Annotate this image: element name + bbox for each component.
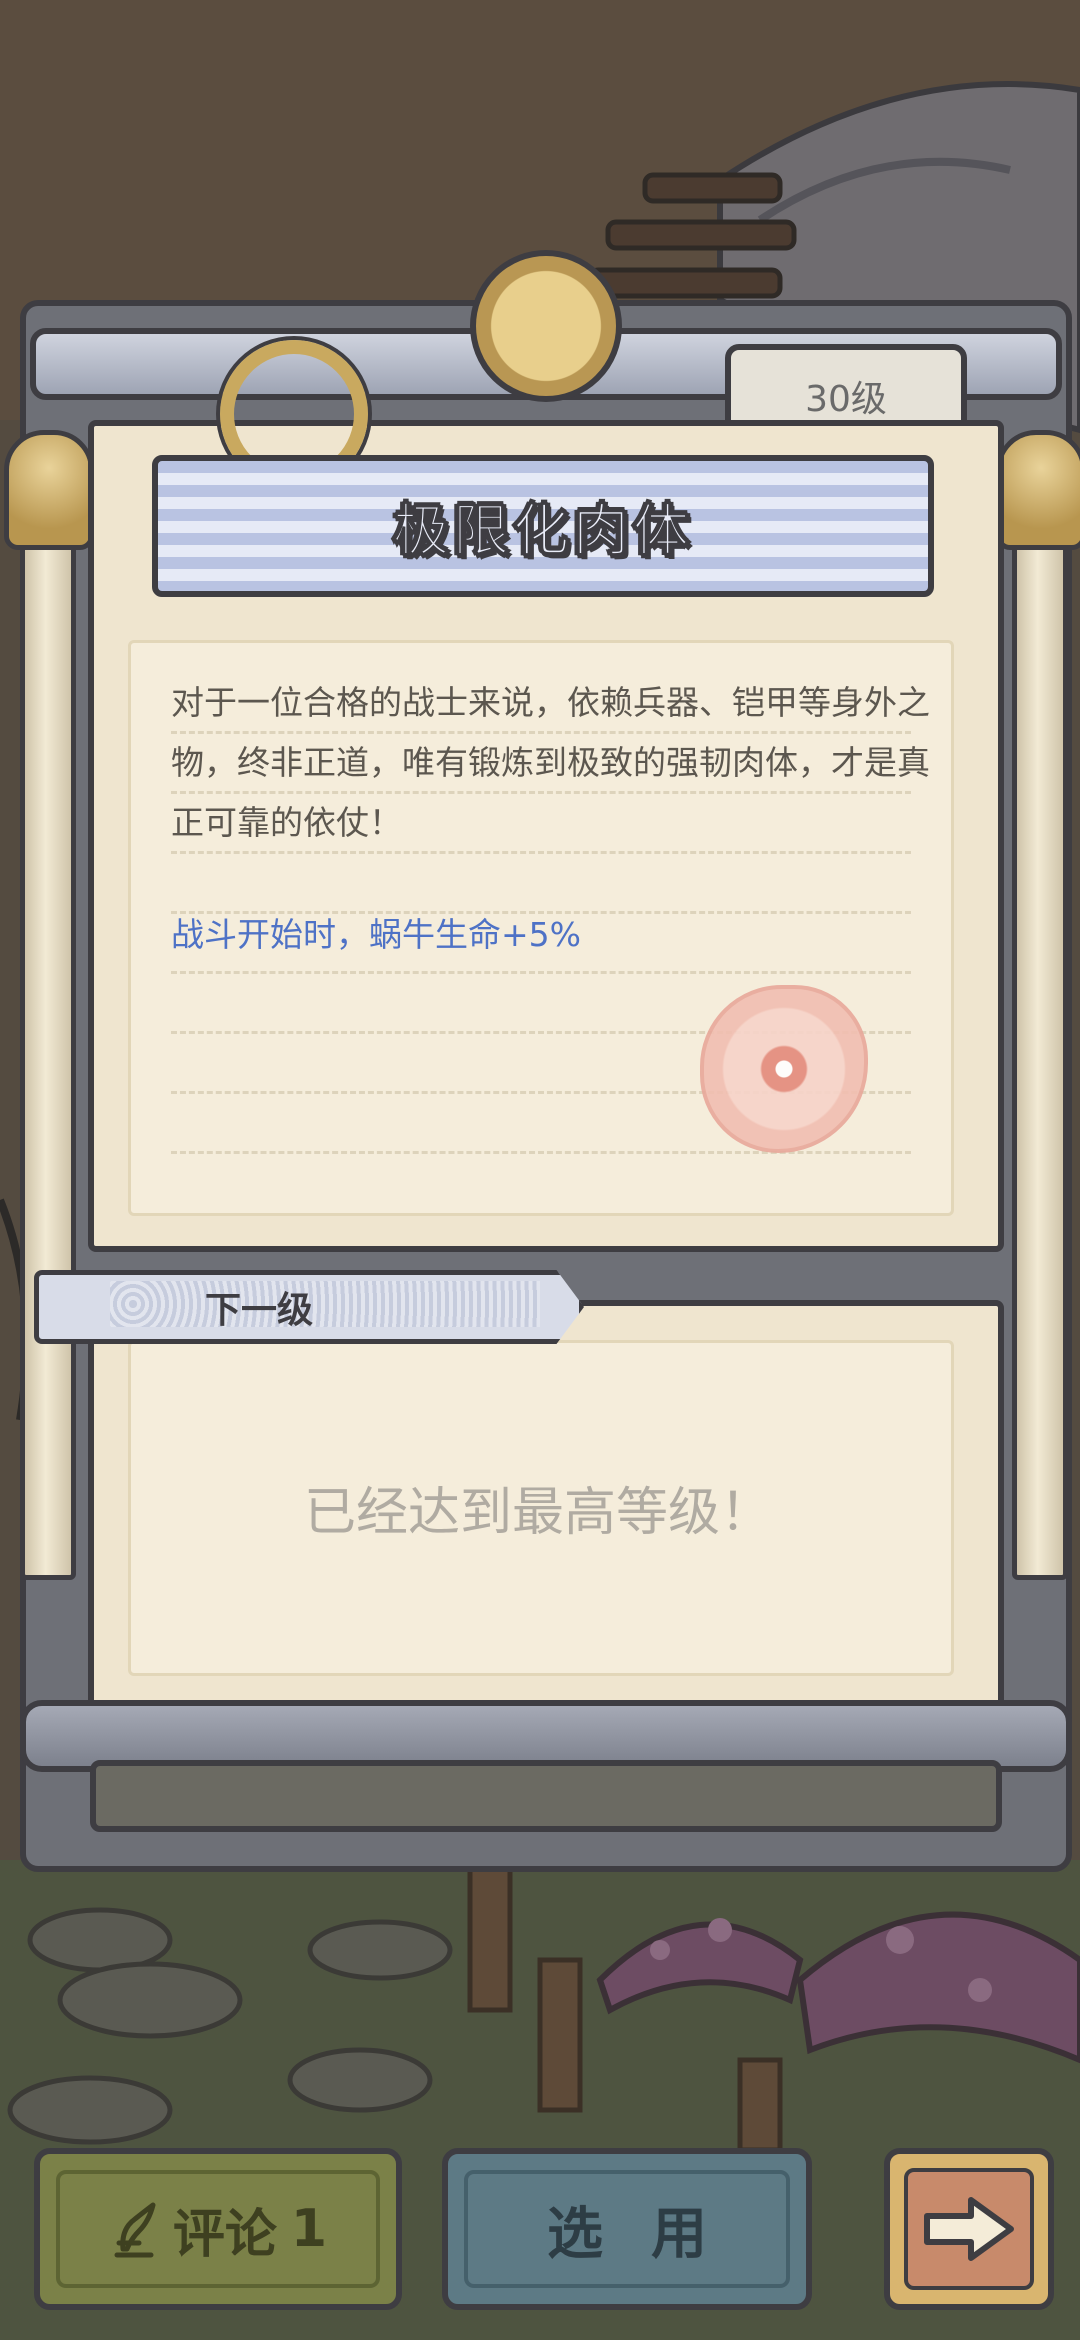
skill-title: 极限化肉体 (393, 498, 693, 564)
sun-emblem-icon (470, 250, 622, 402)
skill-title-banner: 极限化肉体 (152, 455, 934, 597)
level-badge-text: 30级 (805, 379, 887, 420)
next-level-label-wrap: 下一级 (34, 1270, 674, 1344)
skill-description: 对于一位合格的战士来说，依赖兵器、铠甲等身外之物，终非正道，唯有锻炼到极致的强韧… (171, 683, 930, 842)
comment-button-content: 评论 1 (109, 2192, 327, 2267)
skill-effect: 战斗开始时，蜗牛生命+5% (171, 915, 582, 954)
next-button[interactable] (884, 2148, 1054, 2310)
next-level-label: 下一级 (204, 1290, 313, 1331)
ruled-line (171, 1151, 911, 1154)
select-button[interactable]: 选用 (442, 2148, 812, 2310)
max-level-message: 已经达到最高等级！ (303, 1483, 772, 1543)
left-pillar (20, 470, 76, 1580)
left-bust-ornament (4, 430, 94, 550)
comment-count: 1 (290, 2199, 328, 2259)
comment-button-label: 评论 (172, 2204, 277, 2265)
quill-pen-icon (114, 2202, 156, 2258)
right-pillar (1012, 470, 1068, 1580)
arrow-right-icon (924, 2197, 1014, 2261)
panel-base (90, 1760, 1002, 1832)
select-button-label: 选用 (547, 2201, 755, 2267)
right-bust-ornament (996, 430, 1080, 550)
comment-button[interactable]: 评论 1 (34, 2148, 402, 2310)
ruled-line (171, 971, 911, 974)
